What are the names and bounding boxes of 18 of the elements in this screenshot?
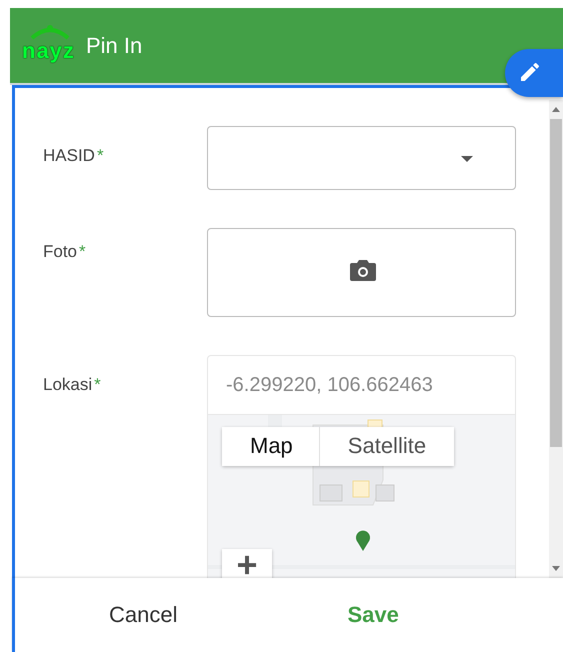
window-title: Pin In <box>86 32 142 58</box>
scrollbar[interactable] <box>549 100 563 578</box>
scroll-down-icon[interactable] <box>551 565 561 572</box>
edit-button[interactable] <box>505 49 563 97</box>
zoom-in-button[interactable]: + <box>222 549 272 578</box>
logo-text: nayz <box>22 38 75 64</box>
map-type-tab[interactable]: Map <box>222 427 320 466</box>
select-field[interactable] <box>207 126 516 190</box>
scroll-up-icon[interactable] <box>551 106 561 113</box>
field-label: Lokasi* <box>42 374 102 396</box>
field-label: HASID* <box>42 145 105 167</box>
field-label: Foto* <box>42 241 87 263</box>
scrollbar-thumb[interactable] <box>550 119 562 447</box>
logo-arc-icon <box>28 24 72 42</box>
caret-icon <box>461 156 473 162</box>
photo-field[interactable] <box>207 228 516 317</box>
cancel-button[interactable]: Cancel <box>99 596 188 634</box>
map-type-tab[interactable]: Satellite <box>320 427 454 466</box>
